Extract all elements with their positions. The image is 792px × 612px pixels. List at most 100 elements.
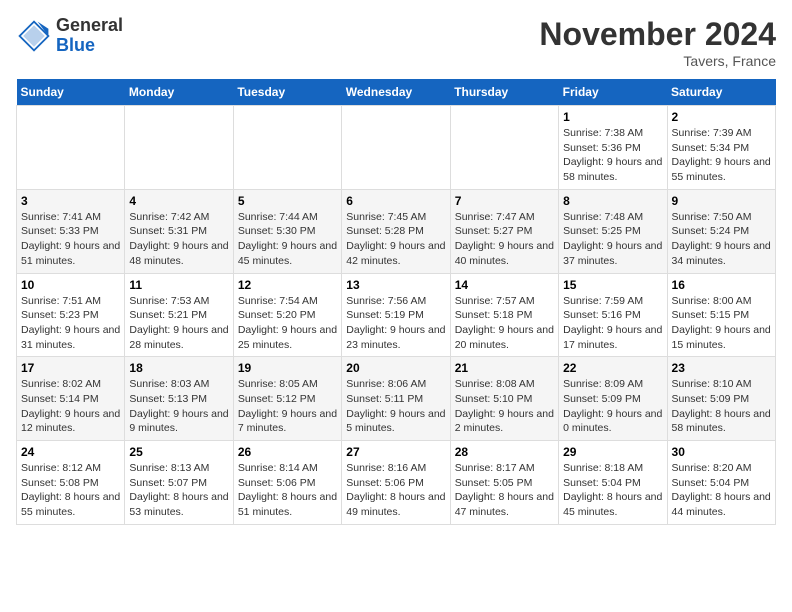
logo-general: General: [56, 16, 123, 36]
day-number: 1: [563, 110, 662, 124]
day-info: Sunrise: 7:53 AM Sunset: 5:21 PM Dayligh…: [129, 294, 228, 353]
day-number: 12: [238, 278, 337, 292]
day-number: 25: [129, 445, 228, 459]
day-number: 21: [455, 361, 554, 375]
day-info: Sunrise: 8:13 AM Sunset: 5:07 PM Dayligh…: [129, 461, 228, 520]
logo-icon: [16, 18, 52, 54]
day-cell: 12 Sunrise: 7:54 AM Sunset: 5:20 PM Dayli…: [233, 273, 341, 357]
day-number: 29: [563, 445, 662, 459]
week-row-2: 3 Sunrise: 7:41 AM Sunset: 5:33 PM Daylig…: [17, 189, 776, 273]
day-number: 8: [563, 194, 662, 208]
day-cell: 6 Sunrise: 7:45 AM Sunset: 5:28 PM Daylig…: [342, 189, 450, 273]
day-cell: [17, 106, 125, 190]
day-info: Sunrise: 8:05 AM Sunset: 5:12 PM Dayligh…: [238, 377, 337, 436]
logo: General Blue: [16, 16, 123, 56]
day-cell: 19Sunrise: 8:05 AM Sunset: 5:12 PM Dayli…: [233, 357, 341, 441]
day-cell: 11Sunrise: 7:53 AM Sunset: 5:21 PM Dayli…: [125, 273, 233, 357]
day-cell: 24 Sunrise: 8:12 AM Sunset: 5:08 PM Dayli…: [17, 441, 125, 525]
calendar-body: 1 Sunrise: 7:38 AM Sunset: 5:36 PM Daylig…: [17, 106, 776, 525]
day-number: 2: [672, 110, 771, 124]
day-cell: 26 Sunrise: 8:14 AM Sunset: 5:06 PM Dayli…: [233, 441, 341, 525]
logo-text: General Blue: [56, 16, 123, 56]
day-cell: 9 Sunrise: 7:50 AM Sunset: 5:24 PM Daylig…: [667, 189, 775, 273]
title-block: November 2024 Tavers, France: [539, 16, 776, 69]
day-info: Sunrise: 7:47 AM Sunset: 5:27 PM Dayligh…: [455, 210, 554, 269]
day-info: Sunrise: 7:44 AM Sunset: 5:30 PM Dayligh…: [238, 210, 337, 269]
day-number: 15: [563, 278, 662, 292]
day-number: 17: [21, 361, 120, 375]
day-cell: [342, 106, 450, 190]
day-number: 27: [346, 445, 445, 459]
day-number: 4: [129, 194, 228, 208]
day-number: 13: [346, 278, 445, 292]
day-info: Sunrise: 8:16 AM Sunset: 5:06 PM Dayligh…: [346, 461, 445, 520]
day-cell: 1 Sunrise: 7:38 AM Sunset: 5:36 PM Daylig…: [559, 106, 667, 190]
day-cell: 14Sunrise: 7:57 AM Sunset: 5:18 PM Dayli…: [450, 273, 558, 357]
day-info: Sunrise: 7:56 AM Sunset: 5:19 PM Dayligh…: [346, 294, 445, 353]
day-number: 20: [346, 361, 445, 375]
day-info: Sunrise: 8:10 AM Sunset: 5:09 PM Dayligh…: [672, 377, 771, 436]
week-row-5: 24 Sunrise: 8:12 AM Sunset: 5:08 PM Dayli…: [17, 441, 776, 525]
header-row: Sunday Monday Tuesday Wednesday Thursday…: [17, 79, 776, 106]
day-number: 5: [238, 194, 337, 208]
day-info: Sunrise: 8:00 AM Sunset: 5:15 PM Dayligh…: [672, 294, 771, 353]
day-cell: 5 Sunrise: 7:44 AM Sunset: 5:30 PM Daylig…: [233, 189, 341, 273]
day-number: 30: [672, 445, 771, 459]
day-info: Sunrise: 7:54 AM Sunset: 5:20 PM Dayligh…: [238, 294, 337, 353]
day-info: Sunrise: 7:39 AM Sunset: 5:34 PM Dayligh…: [672, 126, 771, 185]
day-cell: 13 Sunrise: 7:56 AM Sunset: 5:19 PM Dayli…: [342, 273, 450, 357]
day-info: Sunrise: 8:17 AM Sunset: 5:05 PM Dayligh…: [455, 461, 554, 520]
day-cell: 28Sunrise: 8:17 AM Sunset: 5:05 PM Dayli…: [450, 441, 558, 525]
day-info: Sunrise: 7:42 AM Sunset: 5:31 PM Dayligh…: [129, 210, 228, 269]
day-info: Sunrise: 7:41 AM Sunset: 5:33 PM Dayligh…: [21, 210, 120, 269]
day-info: Sunrise: 8:02 AM Sunset: 5:14 PM Dayligh…: [21, 377, 120, 436]
week-row-3: 10 Sunrise: 7:51 AM Sunset: 5:23 PM Dayli…: [17, 273, 776, 357]
day-info: Sunrise: 7:38 AM Sunset: 5:36 PM Dayligh…: [563, 126, 662, 185]
week-row-1: 1 Sunrise: 7:38 AM Sunset: 5:36 PM Daylig…: [17, 106, 776, 190]
day-info: Sunrise: 7:48 AM Sunset: 5:25 PM Dayligh…: [563, 210, 662, 269]
day-cell: [125, 106, 233, 190]
col-tuesday: Tuesday: [233, 79, 341, 106]
day-cell: 10 Sunrise: 7:51 AM Sunset: 5:23 PM Dayli…: [17, 273, 125, 357]
day-number: 23: [672, 361, 771, 375]
day-number: 10: [21, 278, 120, 292]
day-cell: [450, 106, 558, 190]
day-cell: 18 Sunrise: 8:03 AM Sunset: 5:13 PM Dayli…: [125, 357, 233, 441]
day-info: Sunrise: 7:45 AM Sunset: 5:28 PM Dayligh…: [346, 210, 445, 269]
day-info: Sunrise: 7:50 AM Sunset: 5:24 PM Dayligh…: [672, 210, 771, 269]
day-info: Sunrise: 8:06 AM Sunset: 5:11 PM Dayligh…: [346, 377, 445, 436]
calendar-header: Sunday Monday Tuesday Wednesday Thursday…: [17, 79, 776, 106]
day-info: Sunrise: 7:51 AM Sunset: 5:23 PM Dayligh…: [21, 294, 120, 353]
day-number: 9: [672, 194, 771, 208]
day-number: 6: [346, 194, 445, 208]
day-cell: 17 Sunrise: 8:02 AM Sunset: 5:14 PM Dayli…: [17, 357, 125, 441]
day-cell: 15Sunrise: 7:59 AM Sunset: 5:16 PM Dayli…: [559, 273, 667, 357]
day-number: 3: [21, 194, 120, 208]
col-thursday: Thursday: [450, 79, 558, 106]
col-sunday: Sunday: [17, 79, 125, 106]
page-header: General Blue November 2024 Tavers, Franc…: [16, 16, 776, 69]
day-cell: 23 Sunrise: 8:10 AM Sunset: 5:09 PM Dayli…: [667, 357, 775, 441]
day-info: Sunrise: 8:14 AM Sunset: 5:06 PM Dayligh…: [238, 461, 337, 520]
day-cell: 21Sunrise: 8:08 AM Sunset: 5:10 PM Dayli…: [450, 357, 558, 441]
day-number: 18: [129, 361, 228, 375]
day-number: 24: [21, 445, 120, 459]
day-number: 7: [455, 194, 554, 208]
day-info: Sunrise: 8:09 AM Sunset: 5:09 PM Dayligh…: [563, 377, 662, 436]
day-cell: 27 Sunrise: 8:16 AM Sunset: 5:06 PM Dayli…: [342, 441, 450, 525]
day-cell: 4 Sunrise: 7:42 AM Sunset: 5:31 PM Daylig…: [125, 189, 233, 273]
day-cell: 22 Sunrise: 8:09 AM Sunset: 5:09 PM Dayli…: [559, 357, 667, 441]
day-number: 26: [238, 445, 337, 459]
month-title: November 2024: [539, 16, 776, 53]
logo-blue: Blue: [56, 36, 123, 56]
day-info: Sunrise: 8:12 AM Sunset: 5:08 PM Dayligh…: [21, 461, 120, 520]
col-friday: Friday: [559, 79, 667, 106]
day-number: 22: [563, 361, 662, 375]
day-cell: 16Sunrise: 8:00 AM Sunset: 5:15 PM Dayli…: [667, 273, 775, 357]
day-info: Sunrise: 8:03 AM Sunset: 5:13 PM Dayligh…: [129, 377, 228, 436]
day-cell: 20 Sunrise: 8:06 AM Sunset: 5:11 PM Dayli…: [342, 357, 450, 441]
day-cell: 8 Sunrise: 7:48 AM Sunset: 5:25 PM Daylig…: [559, 189, 667, 273]
day-info: Sunrise: 8:18 AM Sunset: 5:04 PM Dayligh…: [563, 461, 662, 520]
day-cell: 7 Sunrise: 7:47 AM Sunset: 5:27 PM Daylig…: [450, 189, 558, 273]
location: Tavers, France: [539, 53, 776, 69]
